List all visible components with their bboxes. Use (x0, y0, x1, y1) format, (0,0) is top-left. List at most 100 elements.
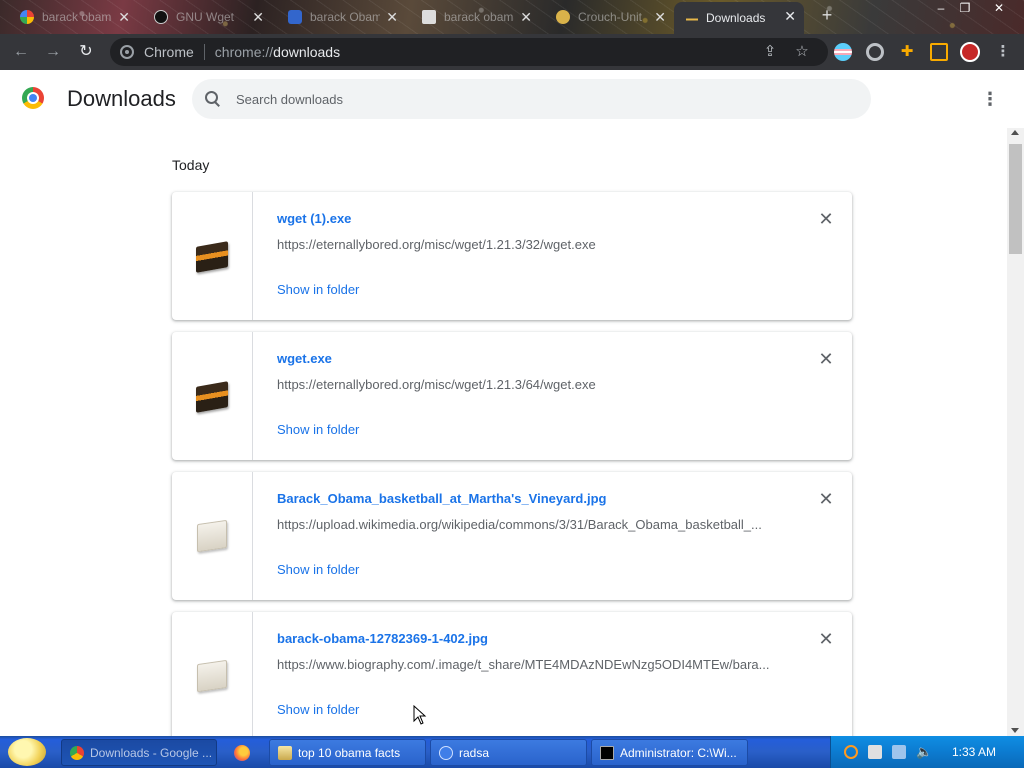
tab-close-icon[interactable]: ✕ (386, 9, 398, 26)
forward-icon[interactable]: → (44, 43, 62, 61)
close-window-icon[interactable]: ✕ (988, 0, 1010, 18)
page-title: Downloads (67, 86, 176, 111)
download-icon (686, 12, 698, 24)
extensions-puzzle-icon[interactable]: ✚ (898, 43, 916, 61)
taskbar-item-label: Downloads - Google ... (90, 745, 213, 760)
profile-avatar-icon[interactable] (960, 42, 980, 62)
extension-circle-icon[interactable] (866, 43, 884, 61)
image-file-icon (197, 659, 227, 693)
tab-wikipedia[interactable]: barack Obama ✕ (276, 3, 406, 31)
file-source-url[interactable]: https://www.biography.com/.image/t_share… (277, 657, 777, 672)
more-actions-icon[interactable]: ⋮ (980, 88, 1000, 110)
wiki-icon (288, 10, 302, 24)
tab-downloads[interactable]: Downloads ✕ (674, 2, 804, 34)
file-name-link[interactable]: wget (1).exe (277, 211, 351, 226)
file-icon-area (172, 612, 253, 736)
windows-taskbar: Downloads - Google ... top 10 obama fact… (0, 736, 1024, 768)
yellow-icon (556, 10, 570, 24)
download-item: barack-obama-12782369-1-402.jpg https://… (172, 612, 852, 736)
tab-strip: barack obama ✕ GNU Wget ✕ barack Obama ✕… (0, 0, 1024, 34)
tab-crouch[interactable]: Crouch-Unit ✕ (544, 3, 674, 31)
taskbar-item-label: Administrator: C:\Wi... (620, 745, 737, 760)
chrome-icon (70, 745, 84, 760)
exe-file-icon (196, 381, 228, 413)
address-bar[interactable]: Chrome chrome://downloads (110, 38, 828, 66)
file-source-url[interactable]: https://eternallybored.org/misc/wget/1.2… (277, 377, 777, 392)
side-panel-icon[interactable] (930, 43, 948, 61)
share-icon[interactable]: ⇪ (761, 43, 779, 61)
downloads-list: Today wget (1).exe https://eternallybore… (0, 128, 1007, 736)
tab-gnu-wget[interactable]: GNU Wget ✕ (142, 3, 272, 31)
exe-file-icon (196, 241, 228, 273)
page-scrollbar[interactable] (1007, 128, 1024, 736)
file-name-link[interactable]: Barack_Obama_basketball_at_Martha's_Vine… (277, 491, 606, 506)
minimize-icon[interactable]: – (930, 0, 952, 18)
new-tab-icon[interactable]: + (818, 6, 836, 24)
taskbar-item-chrome[interactable]: Downloads - Google ... (61, 739, 217, 766)
app-icon (439, 745, 453, 760)
taskbar-item-radsa[interactable]: radsa (430, 739, 587, 766)
chrome-logo-icon (22, 87, 44, 109)
mouse-pointer-icon (413, 705, 427, 725)
divider (203, 44, 205, 60)
search-tray-icon[interactable] (844, 745, 858, 759)
file-source-url[interactable]: https://upload.wikimedia.org/wikipedia/c… (277, 517, 777, 532)
scroll-thumb[interactable] (1009, 144, 1022, 254)
download-item: wget (1).exe https://eternallybored.org/… (172, 192, 852, 320)
tab-google-search[interactable]: barack obama ✕ (8, 3, 138, 31)
downloads-header: Downloads ⋮ (0, 70, 1024, 128)
display-tray-icon[interactable] (892, 745, 906, 759)
tab-close-icon[interactable]: ✕ (252, 9, 264, 26)
bing-icon (422, 10, 436, 24)
extension-flag-icon[interactable] (834, 43, 852, 61)
file-name-link[interactable]: barack-obama-12782369-1-402.jpg (277, 631, 488, 646)
remove-from-list-icon[interactable]: ✕ (816, 489, 836, 509)
url-text: chrome://downloads (215, 44, 340, 60)
remove-from-list-icon[interactable]: ✕ (816, 629, 836, 649)
show-in-folder-link[interactable]: Show in folder (277, 702, 359, 717)
file-name-link[interactable]: wget.exe (277, 351, 332, 366)
show-in-folder-link[interactable]: Show in folder (277, 282, 359, 297)
tab-title: barack obama (42, 10, 112, 24)
show-in-folder-link[interactable]: Show in folder (277, 562, 359, 577)
network-warning-icon[interactable] (868, 745, 882, 759)
tab-title: GNU Wget (176, 10, 235, 24)
search-icon[interactable] (205, 91, 221, 107)
back-icon[interactable]: ← (12, 43, 30, 61)
tab-close-icon[interactable]: ✕ (520, 9, 532, 26)
google-icon (20, 10, 34, 24)
start-button-icon[interactable] (8, 738, 46, 766)
file-icon-area (172, 192, 253, 320)
tab-bing[interactable]: barack obama ✕ (410, 3, 540, 31)
browser-toolbar: ← → ↻ Chrome chrome://downloads ⇪ ☆ ✚ ⋮ (0, 34, 1024, 70)
tab-close-icon[interactable]: ✕ (118, 9, 130, 26)
volume-icon[interactable]: 🔈 (916, 745, 932, 759)
remove-from-list-icon[interactable]: ✕ (816, 349, 836, 369)
download-item: Barack_Obama_basketball_at_Martha's_Vine… (172, 472, 852, 600)
gnu-icon (154, 10, 168, 24)
tab-title: barack Obama (310, 10, 380, 24)
search-input[interactable] (236, 91, 836, 107)
url-host: downloads (273, 44, 341, 60)
remove-from-list-icon[interactable]: ✕ (816, 209, 836, 229)
site-label: Chrome (144, 44, 194, 60)
tab-close-icon[interactable]: ✕ (784, 8, 796, 25)
taskbar-item-notepad[interactable]: top 10 obama facts (269, 739, 426, 766)
search-box[interactable] (192, 79, 871, 119)
command-prompt-icon (600, 745, 614, 760)
taskbar-item-label: radsa (459, 745, 490, 760)
tab-close-icon[interactable]: ✕ (654, 9, 666, 26)
scroll-up-arrow-icon[interactable] (1011, 130, 1019, 135)
show-in-folder-link[interactable]: Show in folder (277, 422, 359, 437)
browser-menu-icon[interactable]: ⋮ (994, 43, 1012, 61)
reload-icon[interactable]: ↻ (77, 43, 95, 61)
file-source-url[interactable]: https://eternallybored.org/misc/wget/1.2… (277, 237, 777, 252)
scroll-down-arrow-icon[interactable] (1011, 728, 1019, 733)
url-scheme: chrome:// (214, 44, 274, 60)
bookmark-star-icon[interactable]: ☆ (793, 43, 811, 61)
tab-title: Downloads (706, 11, 766, 25)
restore-icon[interactable]: ❐ (954, 0, 976, 18)
firefox-icon[interactable] (234, 745, 250, 761)
taskbar-item-cmd[interactable]: Administrator: C:\Wi... (591, 739, 748, 766)
download-item: wget.exe https://eternallybored.org/misc… (172, 332, 852, 460)
